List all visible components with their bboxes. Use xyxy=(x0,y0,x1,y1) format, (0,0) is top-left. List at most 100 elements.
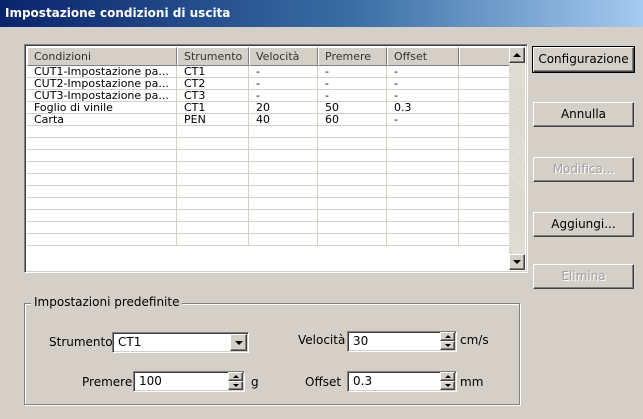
velocita-spin-down[interactable] xyxy=(440,341,455,350)
table-cell: - xyxy=(387,78,459,90)
table-cell xyxy=(177,174,249,186)
table-cell xyxy=(27,162,177,174)
offset-spin-down[interactable] xyxy=(440,381,455,390)
column-header-velocita[interactable]: Velocità xyxy=(249,47,318,66)
table-row[interactable]: CUT2-Impostazione pa... CT2- - - xyxy=(27,78,510,90)
table-row[interactable]: Foglio di vinile CT1 20 50 0.3 xyxy=(27,102,510,114)
column-header-offset[interactable]: Offset xyxy=(387,47,459,66)
spin-down-icon xyxy=(232,384,239,387)
table-cell: CT2 xyxy=(177,78,249,90)
table-cell: CT1 xyxy=(177,66,249,78)
table-row[interactable] xyxy=(27,198,510,210)
premere-label: Premere xyxy=(82,375,133,389)
table-row[interactable] xyxy=(27,162,510,174)
table-cell: CUT1-Impostazione pa... xyxy=(27,66,177,78)
velocita-label: Velocità xyxy=(298,333,346,347)
scroll-down-button[interactable] xyxy=(509,254,525,270)
table-cell xyxy=(387,234,459,246)
scroll-up-button[interactable] xyxy=(509,47,525,63)
table-cell xyxy=(318,174,387,186)
table-cell xyxy=(249,150,318,162)
table-cell xyxy=(249,162,318,174)
table-row[interactable] xyxy=(27,186,510,198)
spin-up-icon xyxy=(232,375,239,378)
table-cell: 50 xyxy=(318,102,387,114)
table-cell: CT1 xyxy=(177,102,249,114)
strumento-dropdown-button[interactable] xyxy=(230,334,247,351)
table-row[interactable] xyxy=(27,150,510,162)
velocita-spinner[interactable] xyxy=(440,332,455,351)
column-header-condizioni[interactable]: Condizioni xyxy=(27,47,177,66)
default-settings-label: Impostazioni predefinite xyxy=(31,295,183,309)
table-cell: - xyxy=(249,90,318,102)
table-cell: - xyxy=(387,114,459,126)
spin-up-icon xyxy=(444,375,451,378)
table-cell: - xyxy=(318,78,387,90)
spin-down-icon xyxy=(444,344,451,347)
table-cell: - xyxy=(318,90,387,102)
table-cell xyxy=(27,150,177,162)
table-cell xyxy=(27,210,177,222)
table-cell xyxy=(459,66,510,78)
table-cell xyxy=(27,234,177,246)
configurazione-button[interactable]: Configurazione xyxy=(532,46,635,73)
table-cell xyxy=(459,150,510,162)
table-row[interactable] xyxy=(27,222,510,234)
elimina-button[interactable]: Elimina xyxy=(533,264,634,289)
table-cell xyxy=(249,186,318,198)
table-row[interactable] xyxy=(27,234,510,246)
aggiungi-button[interactable]: Aggiungi... xyxy=(533,212,634,237)
table-cell: PEN xyxy=(177,114,249,126)
table-row[interactable] xyxy=(27,174,510,186)
table-row[interactable] xyxy=(27,126,510,138)
premere-spinner[interactable] xyxy=(228,372,243,391)
table-cell xyxy=(459,222,510,234)
modifica-button[interactable]: Modifica... xyxy=(533,157,634,182)
column-header-extra[interactable] xyxy=(459,47,510,66)
conditions-list[interactable]: Condizioni Strumento Velocità Premere Of… xyxy=(24,44,528,273)
table-cell xyxy=(387,162,459,174)
table-cell xyxy=(318,138,387,150)
table-cell xyxy=(27,186,177,198)
vertical-scrollbar[interactable] xyxy=(509,47,525,270)
table-row[interactable]: CUT3-Impostazione pa... CT3- - - xyxy=(27,90,510,102)
table-row[interactable] xyxy=(27,138,510,150)
table-cell xyxy=(459,174,510,186)
table-cell: CT3 xyxy=(177,90,249,102)
offset-spin-up[interactable] xyxy=(440,372,455,381)
table-cell xyxy=(459,90,510,102)
table-cell xyxy=(459,126,510,138)
table-cell xyxy=(177,222,249,234)
column-header-strumento[interactable]: Strumento xyxy=(177,47,249,66)
velocita-value: 30 xyxy=(353,334,369,348)
table-cell xyxy=(249,198,318,210)
table-cell xyxy=(459,210,510,222)
table-cell xyxy=(249,210,318,222)
table-cell xyxy=(249,174,318,186)
table-cell xyxy=(249,222,318,234)
table-cell xyxy=(249,234,318,246)
table-cell xyxy=(459,186,510,198)
table-cell: - xyxy=(249,78,318,90)
column-header-premere[interactable]: Premere xyxy=(318,47,387,66)
table-cell xyxy=(27,138,177,150)
premere-spin-down[interactable] xyxy=(228,381,243,390)
table-cell xyxy=(459,234,510,246)
annulla-button[interactable]: Annulla xyxy=(533,102,634,127)
table-cell xyxy=(318,150,387,162)
table-cell xyxy=(27,174,177,186)
table-cell xyxy=(318,222,387,234)
table-cell xyxy=(318,186,387,198)
table-row[interactable]: Carta PEN 40 60- xyxy=(27,114,510,126)
table-row[interactable]: CUT1-Impostazione pa... CT1- - - xyxy=(27,66,510,78)
table-cell: Foglio di vinile xyxy=(27,102,177,114)
premere-spin-up[interactable] xyxy=(228,372,243,381)
strumento-select[interactable]: CT1 xyxy=(112,332,249,353)
table-cell xyxy=(177,186,249,198)
velocita-spin-up[interactable] xyxy=(440,332,455,341)
table-row[interactable] xyxy=(27,210,510,222)
table-cell xyxy=(177,234,249,246)
arrow-down-icon xyxy=(513,260,521,264)
table-cell xyxy=(387,150,459,162)
offset-spinner[interactable] xyxy=(440,372,455,391)
